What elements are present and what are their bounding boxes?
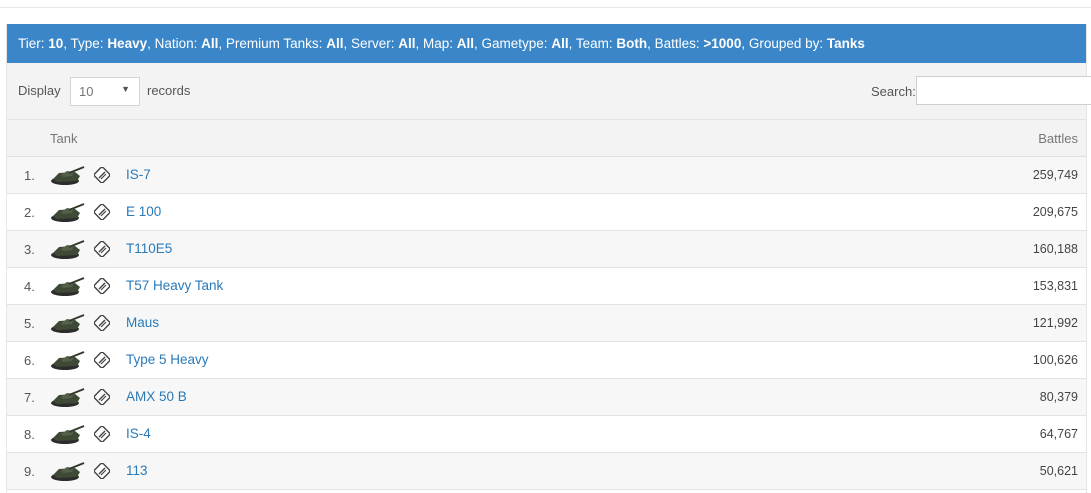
filter-map-value: All <box>456 36 475 51</box>
filter-map-label: , Map: <box>415 36 457 51</box>
filter-server-value: All <box>398 36 416 51</box>
row-battles: 259,749 <box>1032 168 1078 182</box>
row-battles: 160,188 <box>1032 242 1078 256</box>
nation-flag-icon <box>94 315 110 331</box>
table-row: 8. IS-4 64,767 <box>7 416 1086 453</box>
table-row: 2. E 100 209,675 <box>7 194 1086 231</box>
row-rank: 6. <box>24 353 35 368</box>
row-battles: 100,626 <box>1032 353 1078 367</box>
row-rank: 9. <box>24 464 35 479</box>
stats-panel: Tier: 10, Type: Heavy, Nation: All, Prem… <box>6 24 1091 493</box>
row-rank: 5. <box>24 316 35 331</box>
column-header-battles[interactable]: Battles <box>1038 131 1078 146</box>
filter-type-label: , Type: <box>63 36 108 51</box>
filter-type-value: Heavy <box>107 36 148 51</box>
row-battles: 153,831 <box>1032 279 1078 293</box>
records-per-page-select[interactable]: 10 ▼ <box>70 77 140 106</box>
filter-nation-value: All <box>201 36 219 51</box>
table-row: 7. AMX 50 B 80,379 <box>7 379 1086 416</box>
nation-flag-icon <box>94 241 110 257</box>
filter-tier-value: 10 <box>48 36 64 51</box>
tank-name-link[interactable]: IS-4 <box>126 426 151 441</box>
row-battles: 64,767 <box>1039 427 1078 441</box>
filter-premium-value: All <box>326 36 344 51</box>
table-row: 3. T110E5 160,188 <box>7 231 1086 268</box>
row-rank: 2. <box>24 205 35 220</box>
row-battles: 121,992 <box>1032 316 1078 330</box>
tank-icon <box>51 351 85 370</box>
tank-name-link[interactable]: T110E5 <box>126 241 172 256</box>
tank-name-link[interactable]: Type 5 Heavy <box>126 352 209 367</box>
table-row: 9. 113 50,621 <box>7 453 1086 490</box>
row-rank: 3. <box>24 242 35 257</box>
search-label: Search: <box>871 84 916 99</box>
filter-server-label: , Server: <box>343 36 399 51</box>
search-input[interactable] <box>916 76 1091 105</box>
table-controls: Display 10 ▼ records Search: <box>7 63 1091 120</box>
tank-icon <box>51 314 85 333</box>
table-row: 6. Type 5 Heavy 100,626 <box>7 342 1086 379</box>
filter-battles-value: >1000 <box>703 36 742 51</box>
tank-icon <box>51 425 85 444</box>
filter-team-value: Both <box>616 36 648 51</box>
nation-flag-icon <box>94 204 110 220</box>
tank-name-link[interactable]: E 100 <box>126 204 161 219</box>
chevron-down-icon: ▼ <box>121 84 130 94</box>
filter-summary-bar: Tier: 10, Type: Heavy, Nation: All, Prem… <box>7 24 1086 63</box>
tank-name-link[interactable]: 113 <box>126 463 148 478</box>
filter-nation-label: , Nation: <box>147 36 202 51</box>
row-battles: 50,621 <box>1039 464 1078 478</box>
column-header-tank[interactable]: Tank <box>50 131 77 146</box>
nation-flag-icon <box>94 352 110 368</box>
nation-flag-icon <box>94 278 110 294</box>
tank-name-link[interactable]: IS-7 <box>126 167 151 182</box>
tank-icon <box>51 166 85 185</box>
tank-name-link[interactable]: T57 Heavy Tank <box>126 278 223 293</box>
tank-name-link[interactable]: AMX 50 B <box>126 389 187 404</box>
filter-tier-label: Tier: <box>18 36 49 51</box>
tank-icon <box>51 277 85 296</box>
tank-icon <box>51 240 85 259</box>
filter-team-label: , Team: <box>568 36 617 51</box>
filter-grouped-label: , Grouped by: <box>741 36 827 51</box>
row-rank: 1. <box>24 168 35 183</box>
row-battles: 80,379 <box>1039 390 1078 404</box>
filter-gametype-label: , Gametype: <box>474 36 552 51</box>
display-label: Display <box>18 83 61 98</box>
row-rank: 4. <box>24 279 35 294</box>
tank-icon <box>51 203 85 222</box>
row-rank: 8. <box>24 427 35 442</box>
nation-flag-icon <box>94 426 110 442</box>
table-header: Tank Battles <box>7 120 1086 157</box>
table-body: 1. IS-7 259,749 2. E 100 209,675 3. T110… <box>7 157 1086 490</box>
records-per-page-value: 10 <box>79 84 94 99</box>
records-label: records <box>147 83 191 98</box>
nation-flag-icon <box>94 167 110 183</box>
row-rank: 7. <box>24 390 35 405</box>
nation-flag-icon <box>94 463 110 479</box>
filter-premium-label: , Premium Tanks: <box>218 36 327 51</box>
table-row: 5. Maus 121,992 <box>7 305 1086 342</box>
filter-gametype-value: All <box>551 36 569 51</box>
filter-grouped-value: Tanks <box>826 36 865 51</box>
filter-battles-label: , Battles: <box>647 36 704 51</box>
tank-icon <box>51 388 85 407</box>
top-divider <box>0 0 1091 8</box>
row-battles: 209,675 <box>1032 205 1078 219</box>
tank-icon <box>51 462 85 481</box>
table-row: 1. IS-7 259,749 <box>7 157 1086 194</box>
nation-flag-icon <box>94 389 110 405</box>
table-row: 4. T57 Heavy Tank 153,831 <box>7 268 1086 305</box>
tank-name-link[interactable]: Maus <box>126 315 159 330</box>
